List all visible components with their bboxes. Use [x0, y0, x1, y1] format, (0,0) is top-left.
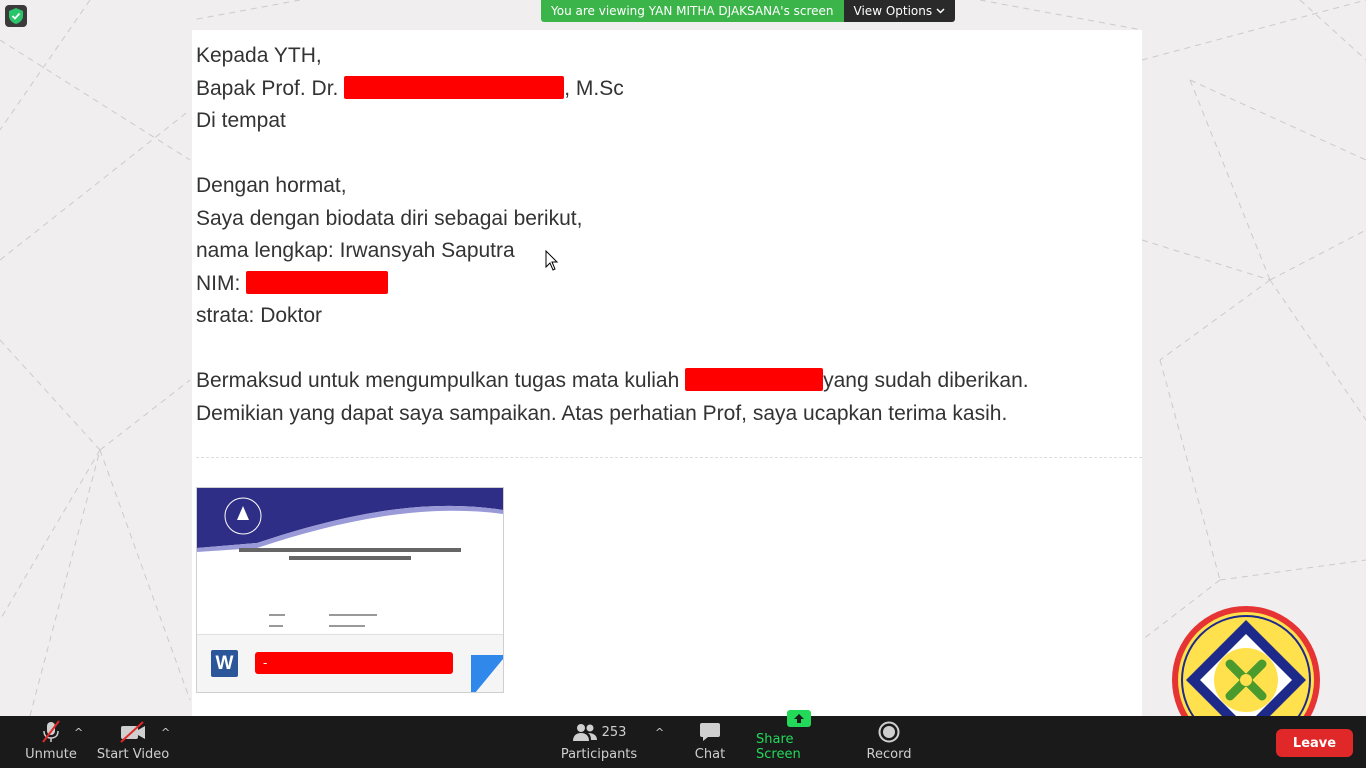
meeting-toolbar: Unmute ^ Start Video ^ 253 Participants …: [0, 710, 1366, 768]
letter-line: strata: Doktor: [196, 304, 323, 327]
divider: [196, 457, 1142, 458]
record-icon: [878, 720, 900, 744]
unmute-label: Unmute: [25, 747, 77, 762]
letter-line: Saya dengan biodata diri sebagai berikut…: [196, 206, 583, 230]
attachment-file-name[interactable]: -: [255, 652, 453, 674]
video-off-icon: [119, 720, 147, 744]
chat-label: Chat: [694, 747, 726, 762]
letter-line: Kepada YTH,: [196, 44, 322, 67]
redaction-block: [685, 368, 824, 391]
letter-text: yang sudah diberikan.: [823, 369, 1029, 392]
letter-text: Bermaksud untuk mengumpulkan tugas mata …: [196, 369, 686, 392]
letter-line: Bapak Prof. Dr. , M.Sc: [196, 73, 1029, 106]
shared-screen: Kepada YTH, Bapak Prof. Dr. , M.Sc Di te…: [192, 30, 1142, 716]
document-thumbnail: [197, 488, 503, 634]
letter-line: Dengan hormat,: [196, 174, 347, 197]
view-options-label: View Options: [853, 4, 933, 18]
letter-line: NIM:: [196, 268, 1029, 301]
security-shield-icon[interactable]: [5, 5, 27, 27]
share-screen-icon: [786, 709, 812, 729]
view-options-button[interactable]: View Options: [843, 0, 956, 22]
attachment-footer: W -: [197, 634, 503, 692]
chevron-down-icon: [936, 8, 945, 14]
participants-icon-group: 253: [572, 720, 627, 744]
participants-options-caret[interactable]: ^: [655, 726, 664, 739]
word-file-icon: W: [211, 650, 238, 677]
letter-text: Bapak Prof. Dr.: [196, 76, 345, 100]
participants-icon: [572, 724, 597, 741]
muted-microphone-icon: [40, 720, 62, 744]
email-body: Kepada YTH, Bapak Prof. Dr. , M.Sc Di te…: [196, 40, 1029, 430]
start-video-button[interactable]: Start Video: [96, 716, 170, 768]
redaction-block: [246, 270, 389, 294]
screen-share-banner: You are viewing YAN MITHA DJAKSANA's scr…: [541, 0, 956, 22]
record-label: Record: [866, 747, 912, 762]
participants-button[interactable]: 253 Participants: [560, 716, 638, 768]
start-video-label: Start Video: [96, 747, 170, 762]
document-header-graphic: [197, 488, 503, 627]
participants-count: 253: [601, 724, 627, 740]
letter-line: nama lengkap: Irwansyah Saputra: [196, 239, 515, 262]
leave-button[interactable]: Leave: [1276, 729, 1353, 757]
university-logo: [1170, 604, 1322, 716]
video-options-caret[interactable]: ^: [161, 726, 170, 739]
page-fold-icon: [471, 655, 503, 692]
letter-text: NIM:: [196, 271, 247, 295]
unmute-button[interactable]: Unmute: [22, 716, 80, 768]
viewing-label: You are viewing YAN MITHA DJAKSANA's scr…: [541, 0, 844, 22]
participants-label: Participants: [560, 747, 638, 762]
letter-line: Di tempat: [196, 109, 286, 132]
record-button[interactable]: Record: [865, 716, 913, 768]
letter-text: , M.Sc: [564, 76, 624, 100]
attachment-card[interactable]: W -: [196, 487, 504, 693]
chat-button[interactable]: Chat: [690, 716, 730, 768]
mouse-cursor-icon: [545, 250, 559, 271]
letter-line: Demikian yang dapat saya sampaikan. Atas…: [196, 401, 1008, 425]
redaction-block: [344, 75, 565, 99]
share-screen-button[interactable]: Share Screen: [756, 710, 842, 768]
audio-options-caret[interactable]: ^: [74, 726, 83, 739]
letter-line: Bermaksud untuk mengumpulkan tugas mata …: [196, 365, 1029, 398]
chat-icon: [699, 720, 721, 744]
share-screen-label: Share Screen: [756, 732, 801, 762]
